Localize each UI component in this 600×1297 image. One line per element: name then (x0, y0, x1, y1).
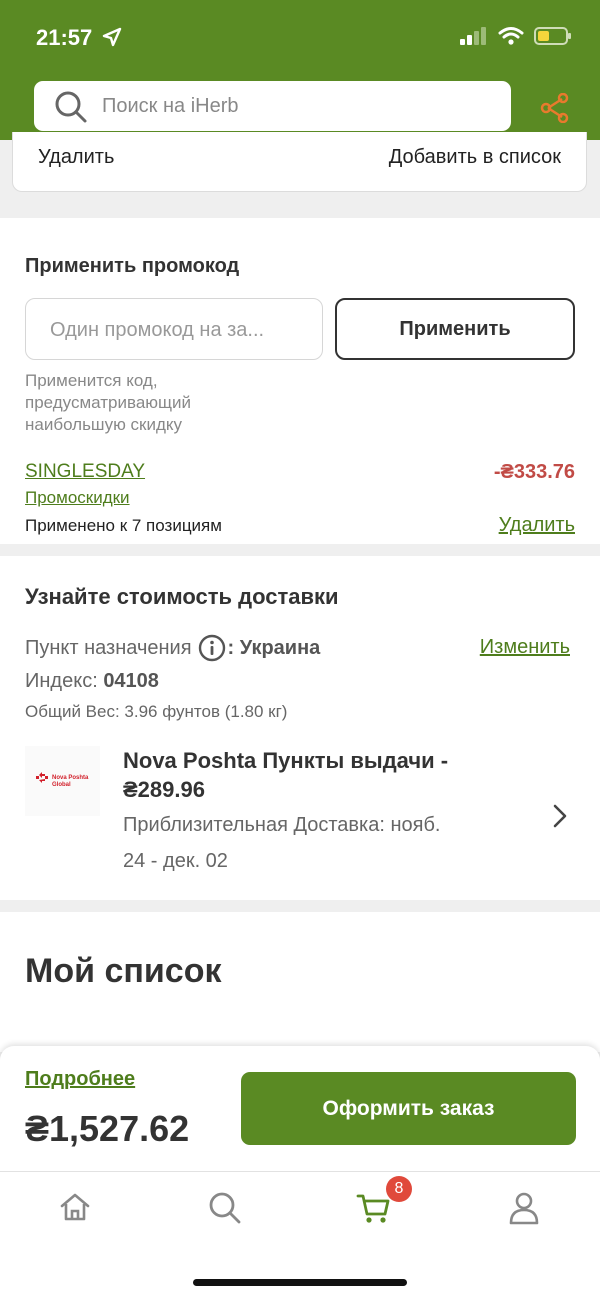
checkout-bar: Подробнее ₴1,527.62 Оформить заказ (0, 1046, 600, 1171)
account-icon (509, 1192, 539, 1225)
wifi-icon (498, 27, 524, 45)
shipping-title: Узнайте стоимость доставки (25, 584, 339, 609)
promo-title: Применить промокод (25, 255, 240, 277)
my-list-title: Мой список (25, 952, 222, 990)
promo-discount: -₴333.76 (493, 461, 575, 483)
remove-promo-button[interactable]: Удалить (499, 514, 575, 537)
tab-cart[interactable] (356, 1190, 392, 1231)
delivery-eta-line2: 24 - дек. 02 (123, 850, 228, 872)
signal-icon (460, 27, 486, 45)
zip-label: Индекс: (25, 670, 104, 692)
promo-section: Применить промокод Один промокод на за..… (0, 218, 600, 544)
zip-value: 04108 (103, 670, 159, 692)
home-indicator (193, 1279, 407, 1286)
delivery-eta-line1: Приблизительная Доставка: нояб. (123, 814, 441, 836)
cart-badge: 8 (386, 1176, 412, 1202)
chevron-right-icon[interactable] (551, 803, 569, 829)
tab-search[interactable] (207, 1190, 243, 1231)
details-link[interactable]: Подробнее (25, 1068, 135, 1091)
battery-icon (534, 27, 571, 45)
status-icons (460, 26, 572, 46)
destination-label: Пункт назначения (25, 636, 192, 659)
my-list-section: Мой список (0, 912, 600, 1057)
home-icon (60, 1193, 90, 1221)
info-icon[interactable] (198, 634, 226, 662)
search-icon (55, 91, 87, 123)
destination-value: : Украина (227, 636, 321, 659)
promo-hint: Применится код, предусматривающий наибол… (25, 371, 191, 434)
status-time: 21:57 (36, 25, 122, 51)
nova-poshta-logo: Nova Poshta Global (25, 746, 100, 816)
apply-promo-button[interactable]: Применить (335, 298, 575, 360)
add-to-list-button[interactable]: Добавить в список (389, 146, 561, 169)
shipping-destination: Пункт назначения : Украина (25, 634, 320, 662)
shipping-weight: Общий Вес: 3.96 фунтов (1.80 кг) (25, 702, 288, 721)
logo-text-2: Global (52, 782, 71, 788)
status-time-text: 21:57 (36, 25, 93, 50)
location-arrow-icon (103, 27, 122, 47)
shipping-zip: Индекс: 04108 (25, 670, 159, 693)
cart-item-card: Удалить Добавить в список (12, 132, 587, 192)
promo-code-input[interactable]: Один промокод на за... (25, 298, 323, 360)
change-destination-button[interactable]: Изменить (480, 636, 570, 659)
shipping-section: Узнайте стоимость доставки Пункт назначе… (0, 556, 600, 900)
promo-placeholder: Один промокод на за... (50, 319, 265, 341)
applied-promo-code[interactable]: SINGLESDAY (25, 461, 145, 483)
logo-text-1: Nova Poshta (52, 775, 89, 781)
search-icon (209, 1192, 241, 1224)
promo-discounts-link[interactable]: Промоскидки (25, 488, 130, 508)
tab-bar: 8 (0, 1171, 600, 1297)
order-total: ₴1,527.62 (25, 1108, 190, 1149)
tab-home[interactable] (58, 1190, 92, 1229)
search-input[interactable]: Поиск на iHerb (34, 81, 511, 131)
remove-item-button[interactable]: Удалить (38, 146, 114, 169)
checkout-button[interactable]: Оформить заказ (241, 1072, 576, 1145)
promo-applied-text: Применено к 7 позициям (25, 516, 222, 535)
carrier-name[interactable]: Nova Poshta Пункты выдачи - ₴289.96 (123, 746, 523, 804)
tab-account[interactable] (506, 1190, 542, 1231)
share-icon[interactable] (540, 93, 570, 123)
cart-icon (356, 1194, 390, 1223)
search-placeholder: Поиск на iHerb (102, 95, 239, 117)
app-header: 21:57 Поиск на iHerb (0, 0, 600, 140)
